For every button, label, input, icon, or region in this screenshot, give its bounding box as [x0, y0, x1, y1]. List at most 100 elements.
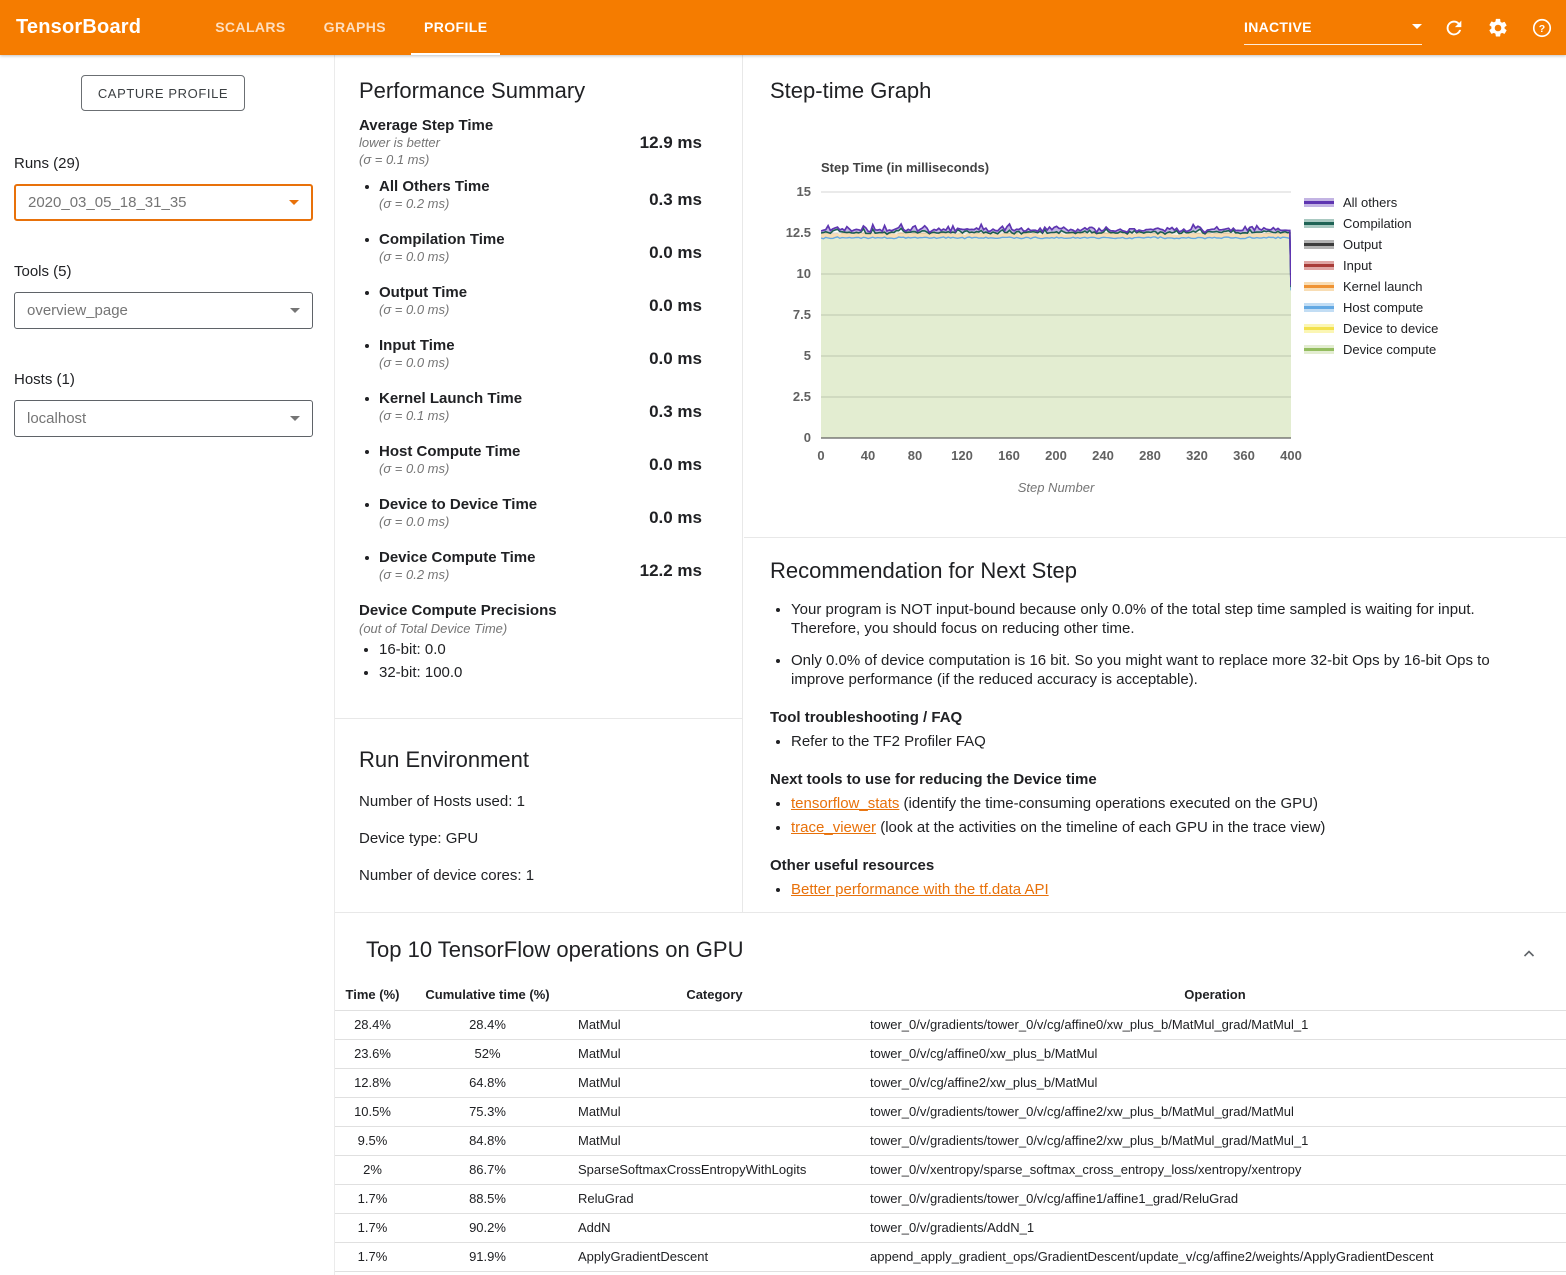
status-dropdown[interactable]: INACTIVE	[1244, 19, 1422, 45]
table-row: 10.5%75.3%MatMultower_0/v/gradients/towe…	[335, 1097, 1566, 1126]
performance-breakdown-list: All Others Time(σ = 0.2 ms)0.3 msCompila…	[359, 168, 718, 592]
app-header: TensorBoard SCALARSGRAPHSPROFILE INACTIV…	[0, 0, 1566, 55]
trace_viewer-link[interactable]: trace_viewer	[791, 819, 876, 836]
table-cell: 1.7%	[335, 1184, 410, 1213]
faq-heading: Tool troubleshooting / FAQ	[770, 709, 1532, 726]
legend-item: Output	[1304, 234, 1438, 255]
svg-text:280: 280	[1139, 448, 1161, 463]
column-header: Cumulative time (%)	[410, 980, 565, 1010]
legend-label: Input	[1343, 258, 1372, 273]
table-cell: tower_0/v/gradients/tower_0/v/cg/affine1…	[865, 1184, 1566, 1213]
recommendation-bullet: Only 0.0% of device computation is 16 bi…	[791, 651, 1532, 689]
svg-text:5: 5	[804, 348, 811, 363]
legend-label: All others	[1343, 195, 1397, 210]
table-cell: tower_0/v/gradients/tower_0/v/cg/affine0…	[865, 1010, 1566, 1039]
legend-swatch-kernel_launch	[1304, 282, 1334, 291]
table-row: 2%86.7%SparseSoftmaxCrossEntropyWithLogi…	[335, 1155, 1566, 1184]
column-header: Time (%)	[335, 980, 410, 1010]
average-step-time-label: Average Step Time	[359, 117, 493, 134]
performance-item-sigma: (σ = 0.0 ms)	[379, 248, 505, 265]
table-cell: tower_0/v/cg/affine0/xw_plus_b/MatMul	[865, 1039, 1566, 1068]
capture-profile-button[interactable]: CAPTURE PROFILE	[81, 75, 245, 111]
tools-dropdown[interactable]: overview_page	[14, 292, 313, 329]
legend-swatch-device_compute	[1304, 345, 1334, 354]
next-tool-description: (identify the time-consuming operations …	[899, 795, 1318, 812]
run-environment-title: Run Environment	[359, 719, 718, 773]
table-cell: 90.2%	[410, 1213, 565, 1242]
table-cell: tower_0/v/gradients/tower_0/v/cg/affine2…	[865, 1097, 1566, 1126]
step-time-chart: Step Time (in milliseconds)02.557.51012.…	[771, 150, 1316, 510]
table-cell: 86.7%	[410, 1155, 565, 1184]
table-cell: 88.5%	[410, 1184, 565, 1213]
performance-item: Output Time(σ = 0.0 ms)0.0 ms	[359, 274, 718, 327]
average-step-time-sigma: (σ = 0.1 ms)	[359, 151, 493, 168]
table-row: 9.5%84.8%MatMultower_0/v/gradients/tower…	[335, 1126, 1566, 1155]
performance-item-sigma: (σ = 0.0 ms)	[379, 354, 455, 371]
performance-item-value: 0.3 ms	[608, 402, 718, 422]
next-tool-item: tensorflow_stats (identify the time-cons…	[791, 794, 1532, 813]
table-row: 1.7%88.5%ReluGradtower_0/v/gradients/tow…	[335, 1184, 1566, 1213]
settings-gear-icon[interactable]	[1486, 16, 1510, 40]
table-cell: 64.8%	[410, 1068, 565, 1097]
table-cell: 84.8%	[410, 1126, 565, 1155]
average-step-time-row: Average Step Time lower is better (σ = 0…	[359, 117, 718, 168]
legend-item: Device to device	[1304, 318, 1438, 339]
table-cell: append_apply_gradient_ops/GradientDescen…	[865, 1242, 1566, 1271]
table-cell: MatMul	[565, 1126, 865, 1155]
tab-profile[interactable]: PROFILE	[411, 0, 500, 55]
performance-item-value: 0.3 ms	[608, 190, 718, 210]
bullet-icon	[365, 238, 369, 242]
legend-label: Kernel launch	[1343, 279, 1423, 294]
tfdata-api-link[interactable]: Better performance with the tf.data API	[791, 881, 1049, 898]
app-title: TensorBoard	[16, 16, 141, 39]
run-environment-lines: Number of Hosts used: 1Device type: GPUN…	[359, 793, 718, 884]
table-cell: 28.4%	[410, 1010, 565, 1039]
table-cell: 12.8%	[335, 1068, 410, 1097]
hosts-label: Hosts (1)	[14, 371, 75, 388]
svg-text:400: 400	[1280, 448, 1302, 463]
table-cell: tower_0/v/gradients/AddN_1	[865, 1213, 1566, 1242]
performance-item: Device to Device Time(σ = 0.0 ms)0.0 ms	[359, 486, 718, 539]
header-controls: INACTIVE ?	[1244, 0, 1554, 55]
performance-item: Host Compute Time(σ = 0.0 ms)0.0 ms	[359, 433, 718, 486]
table-cell: 23.6%	[335, 1039, 410, 1068]
performance-item-sigma: (σ = 0.0 ms)	[379, 513, 537, 530]
recommendation-bullets: Your program is NOT input-bound because …	[770, 600, 1532, 689]
collapse-chevron-up-icon[interactable]	[1520, 945, 1538, 968]
legend-item: Input	[1304, 255, 1438, 276]
table-cell: 52%	[410, 1039, 565, 1068]
tab-graphs[interactable]: GRAPHS	[311, 0, 399, 55]
tab-scalars[interactable]: SCALARS	[202, 0, 298, 55]
table-cell: MatMul	[565, 1097, 865, 1126]
legend-label: Compilation	[1343, 216, 1412, 231]
runs-dropdown-value: 2020_03_05_18_31_35	[28, 194, 187, 211]
table-cell: 1.7%	[335, 1213, 410, 1242]
svg-text:12.5: 12.5	[786, 225, 811, 240]
legend-item: Device compute	[1304, 339, 1438, 360]
tensorflow_stats-link[interactable]: tensorflow_stats	[791, 795, 899, 812]
help-icon[interactable]: ?	[1530, 16, 1554, 40]
next-tool-description: (look at the activities on the timeline …	[876, 819, 1325, 836]
svg-text:160: 160	[998, 448, 1020, 463]
performance-item-label: Device Compute Time	[379, 549, 535, 566]
legend-item: Compilation	[1304, 213, 1438, 234]
hosts-dropdown[interactable]: localhost	[14, 400, 313, 437]
bullet-icon	[365, 291, 369, 295]
performance-item-value: 0.0 ms	[608, 296, 718, 316]
status-dropdown-value: INACTIVE	[1244, 19, 1312, 35]
next-tools-list: tensorflow_stats (identify the time-cons…	[770, 794, 1532, 837]
refresh-icon[interactable]	[1442, 16, 1466, 40]
runs-dropdown[interactable]: 2020_03_05_18_31_35	[14, 184, 313, 221]
run-environment-panel: Run Environment Number of Hosts used: 1D…	[335, 718, 742, 913]
table-row: 23.6%52%MatMultower_0/v/cg/affine0/xw_pl…	[335, 1039, 1566, 1068]
table-cell: tower_0/v/xentropy/sparse_softmax_cross_…	[865, 1155, 1566, 1184]
faq-list: Refer to the TF2 Profiler FAQ	[770, 732, 1532, 751]
top-ops-panel: Top 10 TensorFlow operations on GPU Time…	[335, 913, 1566, 1275]
table-cell: 75.3%	[410, 1097, 565, 1126]
column-header: Operation	[865, 980, 1566, 1010]
performance-item: Input Time(σ = 0.0 ms)0.0 ms	[359, 327, 718, 380]
next-tool-item: trace_viewer (look at the activities on …	[791, 818, 1532, 837]
faq-item: Refer to the TF2 Profiler FAQ	[791, 732, 1532, 751]
performance-item-value: 0.0 ms	[608, 243, 718, 263]
performance-item: Compilation Time(σ = 0.0 ms)0.0 ms	[359, 221, 718, 274]
